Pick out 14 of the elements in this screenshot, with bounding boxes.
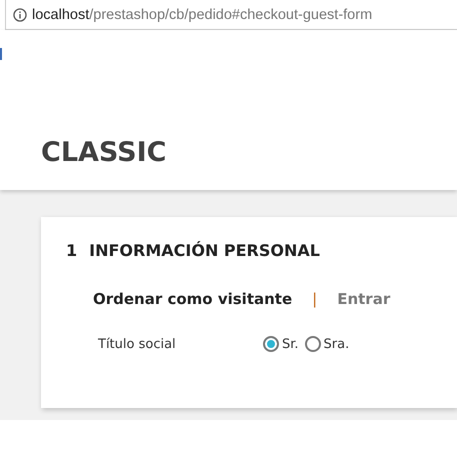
info-icon[interactable] <box>13 8 27 22</box>
radio-button[interactable] <box>304 336 321 352</box>
field-label: Título social <box>98 336 177 352</box>
address-bar[interactable]: localhost/prestashop/cb/pedido#checkout-guest-form <box>5 0 457 30</box>
radio-label[interactable]: Sr. <box>282 336 299 352</box>
step-number: 1 <box>66 241 78 260</box>
tab[interactable]: Entrar <box>337 290 390 308</box>
tab[interactable]: Ordenar como visitante <box>93 290 292 308</box>
step-title: INFORMACIÓN PERSONAL <box>89 241 320 260</box>
radio-label[interactable]: Sra. <box>324 336 350 352</box>
logo-text: CLASSIC <box>41 137 166 168</box>
radio-button[interactable] <box>263 336 279 352</box>
tab-separator: | <box>312 290 318 308</box>
url-text: localhost/prestashop/cb/pedido#checkout-guest-form <box>32 6 372 22</box>
